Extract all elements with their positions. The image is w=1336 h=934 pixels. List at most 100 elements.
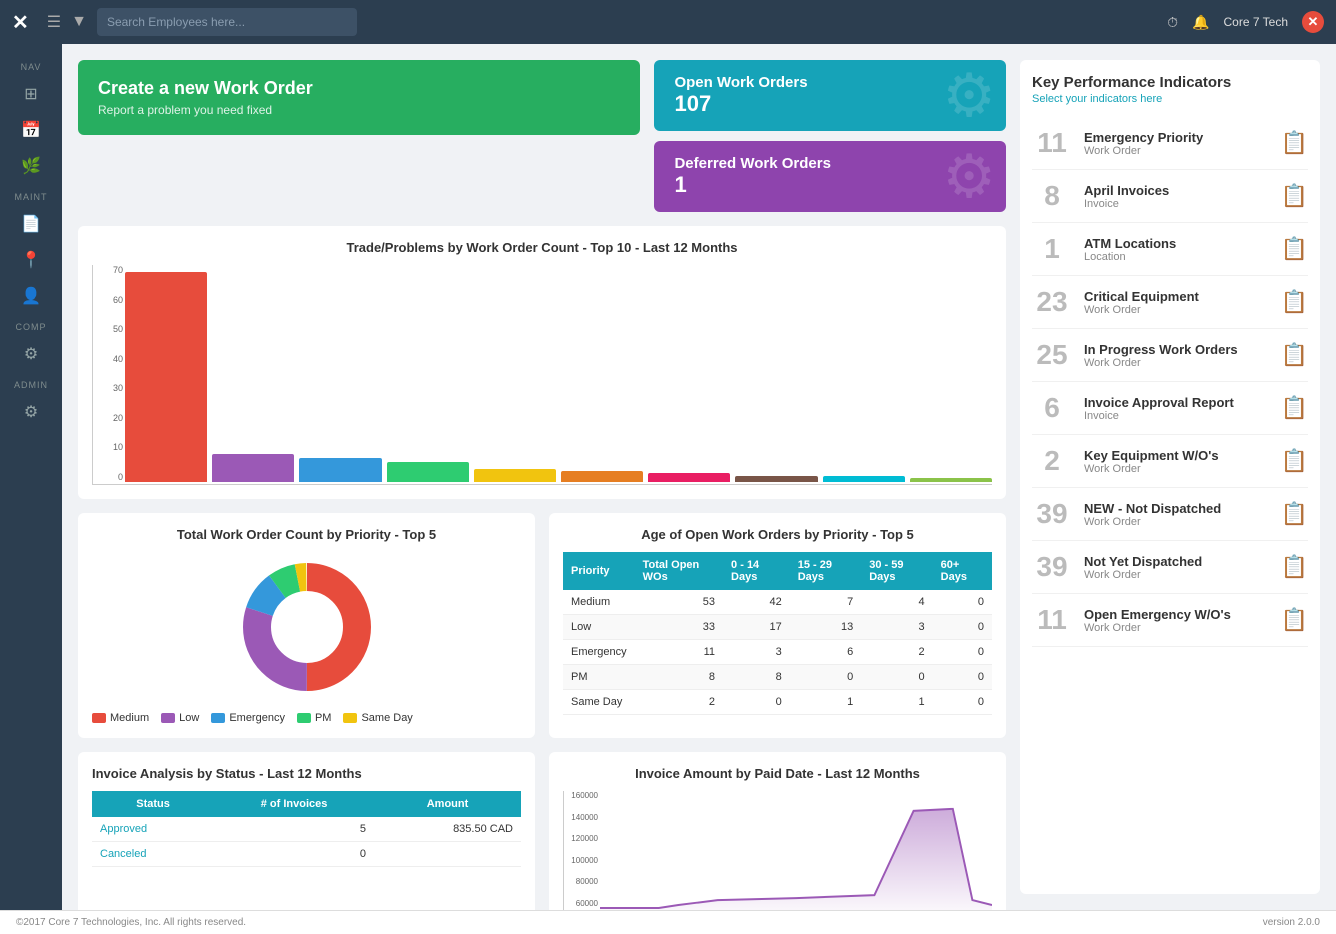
bar-rect-9 [910, 478, 992, 482]
age-cell-4: 1 [861, 690, 932, 715]
kpi-num-2: 1 [1032, 233, 1072, 265]
bar-rect-0 [125, 272, 207, 482]
age-col-014: 0 - 14 Days [723, 552, 790, 590]
kpi-sub-5: Invoice [1084, 410, 1269, 422]
age-col-priority: Priority [563, 552, 635, 590]
open-card-title: Open Work Orders [674, 74, 986, 91]
kpi-item-9[interactable]: 11 Open Emergency W/O's Work Order 📋 [1032, 594, 1308, 647]
kpi-title-7: NEW - Not Dispatched [1084, 501, 1269, 516]
age-col-total: Total Open WOs [635, 552, 723, 590]
age-cell-4: 2 [861, 640, 932, 665]
kpi-item-5[interactable]: 6 Invoice Approval Report Invoice 📋 [1032, 382, 1308, 435]
sidebar-item-calendar[interactable]: 📅 [9, 112, 53, 148]
inv-col-amount: Amount [374, 791, 521, 817]
sidebar-item-comp[interactable]: ⚙ [9, 336, 53, 372]
sidebar-item-dashboard[interactable]: ⊞ [9, 76, 53, 112]
invoice-status-table: Status # of Invoices Amount Approved 5 8… [92, 791, 521, 867]
age-cell-0: Medium [563, 590, 635, 615]
filter-icon[interactable]: ▼ [71, 13, 87, 31]
kpi-doc-icon-3: 📋 [1281, 289, 1308, 315]
kpi-title-5: Invoice Approval Report [1084, 395, 1269, 410]
age-cell-1: 11 [635, 640, 723, 665]
deferred-card-title: Deferred Work Orders [674, 155, 986, 172]
sidebar-item-map[interactable]: 📍 [9, 242, 53, 278]
bar-item-2 [299, 265, 381, 482]
table-row: Approved 5 835.50 CAD [92, 817, 521, 842]
sidebar-item-admin[interactable]: ⚙ [9, 394, 53, 430]
search-input[interactable] [97, 8, 357, 36]
bar-item-4 [474, 265, 556, 482]
kpi-item-0[interactable]: 11 Emergency Priority Work Order 📋 [1032, 117, 1308, 170]
kpi-info-6: Key Equipment W/O's Work Order [1084, 448, 1269, 475]
kpi-num-4: 25 [1032, 339, 1072, 371]
line-y-60000: 60000 [564, 899, 598, 908]
kpi-sub-4: Work Order [1084, 357, 1269, 369]
kpi-num-8: 39 [1032, 551, 1072, 583]
age-cell-2: 42 [723, 590, 790, 615]
create-work-order-card[interactable]: Create a new Work Order Report a problem… [78, 60, 640, 135]
deferred-card-watermark: ⚙ [942, 142, 996, 212]
donut-section: Total Work Order Count by Priority - Top… [78, 513, 535, 738]
inv-status-canceled[interactable]: Canceled [100, 848, 146, 860]
age-cell-0: Emergency [563, 640, 635, 665]
topbar: ✕ ☰ ▼ ⏱ 🔔 Core 7 Tech ✕ [0, 0, 1336, 44]
open-work-orders-card[interactable]: Open Work Orders 107 ⚙ [654, 60, 1006, 131]
inv-amount-canceled [374, 842, 521, 867]
kpi-title-4: In Progress Work Orders [1084, 342, 1269, 357]
kpi-subtitle-link[interactable]: Select your indicators here [1032, 93, 1308, 105]
kpi-info-1: April Invoices Invoice [1084, 183, 1269, 210]
inv-col-invoices: # of Invoices [214, 791, 374, 817]
kpi-sub-1: Invoice [1084, 198, 1269, 210]
bar-item-8 [823, 265, 905, 482]
line-chart-svg [600, 791, 992, 910]
age-cell-0: PM [563, 665, 635, 690]
bar-chart-section: Trade/Problems by Work Order Count - Top… [78, 226, 1006, 499]
age-cell-4: 4 [861, 590, 932, 615]
table-row: Canceled 0 [92, 842, 521, 867]
bar-item-3 [387, 265, 469, 482]
y-label-30: 30 [93, 383, 123, 393]
sidebar-item-doc[interactable]: 📄 [9, 206, 53, 242]
age-cell-3: 7 [790, 590, 861, 615]
legend-sameday: Same Day [343, 712, 412, 724]
kpi-doc-icon-1: 📋 [1281, 183, 1308, 209]
y-label-40: 40 [93, 354, 123, 364]
sidebar-item-leaf[interactable]: 🌿 [9, 148, 53, 184]
kpi-item-7[interactable]: 39 NEW - Not Dispatched Work Order 📋 [1032, 488, 1308, 541]
kpi-title-2: ATM Locations [1084, 236, 1269, 251]
bar-item-5 [561, 265, 643, 482]
kpi-items-list: 11 Emergency Priority Work Order 📋 8 Apr… [1032, 117, 1308, 647]
kpi-item-3[interactable]: 23 Critical Equipment Work Order 📋 [1032, 276, 1308, 329]
inv-status-approved[interactable]: Approved [100, 823, 147, 835]
inv-amount-approved: 835.50 CAD [374, 817, 521, 842]
bar-item-7 [735, 265, 817, 482]
priority-row: Total Work Order Count by Priority - Top… [78, 513, 1006, 738]
kpi-panel: Key Performance Indicators Select your i… [1020, 60, 1320, 894]
kpi-sub-8: Work Order [1084, 569, 1269, 581]
sidebar-item-person[interactable]: 👤 [9, 278, 53, 314]
kpi-item-1[interactable]: 8 April Invoices Invoice 📋 [1032, 170, 1308, 223]
kpi-item-6[interactable]: 2 Key Equipment W/O's Work Order 📋 [1032, 435, 1308, 488]
kpi-title-9: Open Emergency W/O's [1084, 607, 1269, 622]
timer-icon[interactable]: ⏱ [1167, 14, 1178, 31]
kpi-item-4[interactable]: 25 In Progress Work Orders Work Order 📋 [1032, 329, 1308, 382]
menu-icon[interactable]: ☰ [47, 12, 61, 32]
line-chart-title: Invoice Amount by Paid Date - Last 12 Mo… [563, 766, 992, 781]
age-cell-3: 0 [790, 665, 861, 690]
bar-rect-1 [212, 454, 294, 482]
line-y-160000: 160000 [564, 791, 598, 800]
kpi-doc-icon-6: 📋 [1281, 448, 1308, 474]
close-button[interactable]: ✕ [1302, 11, 1324, 33]
kpi-sub-0: Work Order [1084, 145, 1269, 157]
age-cell-1: 33 [635, 615, 723, 640]
deferred-work-orders-card[interactable]: Deferred Work Orders 1 ⚙ [654, 141, 1006, 212]
bell-icon[interactable]: 🔔 [1192, 14, 1209, 31]
kpi-num-1: 8 [1032, 180, 1072, 212]
kpi-item-2[interactable]: 1 ATM Locations Location 📋 [1032, 223, 1308, 276]
kpi-item-8[interactable]: 39 Not Yet Dispatched Work Order 📋 [1032, 541, 1308, 594]
age-col-3059: 30 - 59 Days [861, 552, 932, 590]
legend-medium: Medium [92, 712, 149, 724]
kpi-sub-2: Location [1084, 251, 1269, 263]
y-label-20: 20 [93, 413, 123, 423]
inv-col-status: Status [92, 791, 214, 817]
